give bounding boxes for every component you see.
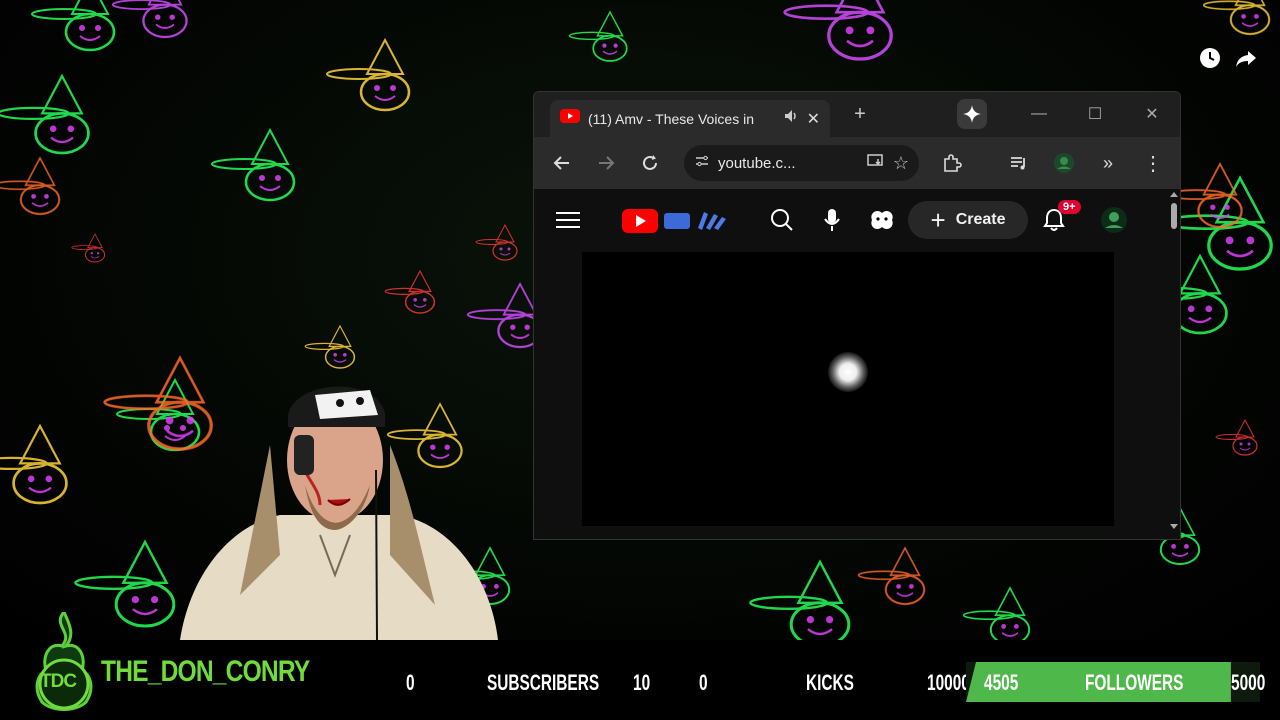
- browser-tab[interactable]: (11) Amv - These Voices in ✕: [550, 100, 830, 137]
- forward-icon[interactable]: [594, 151, 618, 175]
- back-icon[interactable]: [550, 151, 574, 175]
- more-icon[interactable]: ⋮: [1141, 151, 1165, 175]
- browser-window: (11) Amv - These Voices in ✕ + — ☐ ✕ you…: [533, 91, 1181, 540]
- followers-goal: 5000: [1231, 670, 1266, 695]
- star-icon[interactable]: ☆: [893, 153, 909, 174]
- notification-badge: 9+: [1058, 200, 1081, 214]
- youtube-logo[interactable]: [622, 208, 732, 239]
- create-label: Create: [955, 211, 1006, 228]
- maximize-icon[interactable]: ☐: [1083, 102, 1107, 126]
- ai-icon[interactable]: [868, 206, 896, 234]
- video-player[interactable]: [582, 252, 1114, 526]
- kicks-current: 0: [699, 670, 708, 695]
- media-icon[interactable]: [1007, 151, 1031, 175]
- kicks-goal: 10000: [927, 670, 970, 695]
- site-info-icon[interactable]: [694, 153, 710, 174]
- url-text: youtube.c...: [718, 154, 796, 172]
- kicks-label: KICKS: [806, 670, 854, 695]
- address-bar[interactable]: youtube.c... ☆: [684, 145, 919, 181]
- avatar[interactable]: [1100, 206, 1128, 234]
- glowing-orb: [828, 352, 868, 392]
- scrollbar[interactable]: [1168, 189, 1180, 539]
- webcam-feed: [170, 375, 500, 641]
- subscribers-label: SUBSCRIBERS: [487, 670, 600, 695]
- share-icon[interactable]: [1234, 46, 1258, 70]
- menu-icon[interactable]: [554, 206, 582, 234]
- speaker-icon[interactable]: [783, 108, 799, 129]
- subscribers-current: 0: [406, 670, 415, 695]
- youtube-header: + Create 9+: [534, 189, 1170, 251]
- create-button[interactable]: + Create: [908, 201, 1028, 239]
- logo-text: TDC: [40, 671, 77, 692]
- close-icon[interactable]: ✕: [807, 109, 820, 129]
- channel-name: THE_DON_CONRY: [101, 655, 310, 688]
- channel-logo: TDC: [28, 609, 100, 712]
- gemini-icon[interactable]: [957, 99, 987, 129]
- subscribers-goal: 10: [633, 670, 651, 695]
- search-icon[interactable]: [768, 206, 796, 234]
- profile-icon[interactable]: [1052, 151, 1076, 175]
- new-tab-icon[interactable]: +: [848, 102, 872, 126]
- clock-icon[interactable]: [1198, 46, 1222, 70]
- plus-icon: +: [930, 205, 946, 235]
- youtube-favicon: [560, 109, 580, 128]
- install-icon[interactable]: [867, 152, 885, 175]
- tab-bar: (11) Amv - These Voices in ✕ + — ☐ ✕: [534, 92, 1180, 137]
- extensions-icon[interactable]: [940, 151, 964, 175]
- browser-toolbar: youtube.c... ☆ » ⋮: [534, 137, 1180, 189]
- more-tools-icon[interactable]: »: [1096, 151, 1120, 175]
- window-close-icon[interactable]: ✕: [1140, 102, 1164, 126]
- tab-title: (11) Amv - These Voices in: [588, 110, 754, 127]
- followers-current: 4505: [984, 670, 1019, 695]
- minimize-icon[interactable]: —: [1027, 102, 1051, 126]
- mic-icon[interactable]: [818, 206, 846, 234]
- followers-label: FOLLOWERS: [1085, 670, 1184, 695]
- reload-icon[interactable]: [638, 151, 662, 175]
